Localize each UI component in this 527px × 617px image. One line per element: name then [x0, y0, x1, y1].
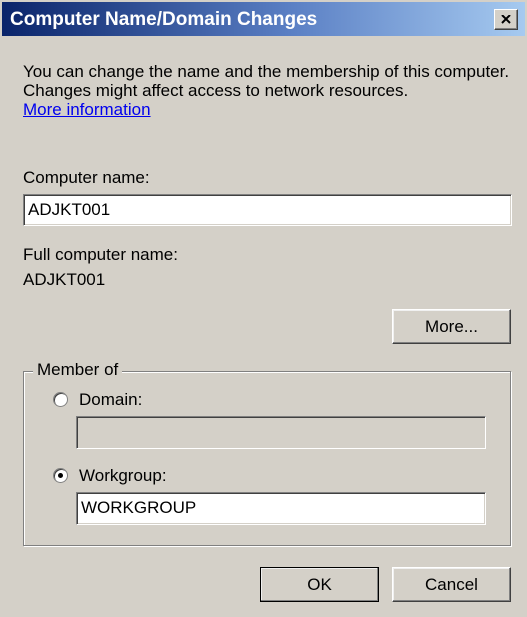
- member-of-legend: Member of: [33, 360, 123, 380]
- workgroup-radio[interactable]: [53, 468, 68, 483]
- window-title: Computer Name/Domain Changes: [10, 9, 318, 30]
- close-button[interactable]: [494, 9, 518, 30]
- ok-button[interactable]: OK: [260, 567, 379, 602]
- domain-input[interactable]: [76, 416, 486, 449]
- workgroup-radio-selected-dot: [58, 473, 63, 478]
- computer-name-label: Computer name:: [23, 168, 150, 187]
- full-computer-name-value: ADJKT001: [23, 270, 106, 289]
- close-icon: [501, 15, 511, 24]
- full-computer-name-label: Full computer name:: [23, 245, 178, 264]
- more-information-link[interactable]: More information: [23, 100, 151, 120]
- title-bar: Computer Name/Domain Changes: [2, 2, 525, 36]
- workgroup-input[interactable]: WORKGROUP: [76, 492, 486, 525]
- intro-description: You can change the name and the membersh…: [23, 62, 510, 100]
- domain-radio[interactable]: [53, 392, 68, 407]
- workgroup-label: Workgroup:: [79, 466, 167, 485]
- domain-label: Domain:: [79, 390, 143, 409]
- computer-name-dialog: Computer Name/Domain Changes You can cha…: [0, 0, 527, 617]
- computer-name-input[interactable]: ADJKT001: [23, 194, 512, 226]
- more-button[interactable]: More...: [392, 309, 511, 344]
- cancel-button[interactable]: Cancel: [392, 567, 511, 602]
